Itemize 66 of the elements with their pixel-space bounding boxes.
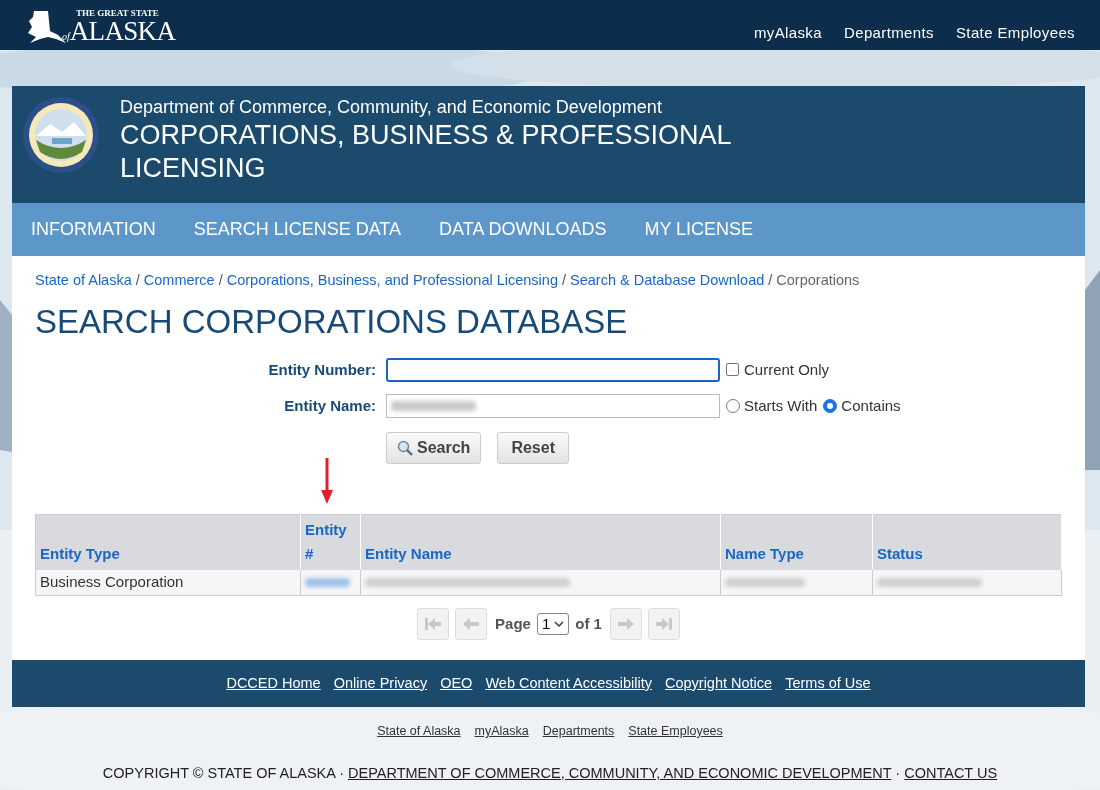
footer-link[interactable]: myAlaska bbox=[474, 722, 529, 741]
next-page-icon bbox=[616, 617, 635, 632]
reset-button[interactable]: Reset bbox=[497, 431, 569, 464]
column-header[interactable]: Entity Type bbox=[35, 514, 301, 570]
footer-link[interactable]: Copyright Notice bbox=[664, 672, 773, 695]
search-icon bbox=[397, 439, 413, 456]
column-header[interactable]: Name Type bbox=[720, 514, 873, 570]
radio-label: Starts With bbox=[744, 395, 818, 416]
first-page-icon bbox=[424, 617, 443, 632]
breadcrumb-separator: / bbox=[768, 271, 773, 290]
next-page-button[interactable] bbox=[609, 608, 642, 641]
checkbox[interactable] bbox=[726, 363, 739, 377]
previous-page-button[interactable] bbox=[455, 608, 488, 641]
top-nav-link[interactable]: myAlaska bbox=[753, 21, 822, 45]
footer-link[interactable]: CONTACT US bbox=[904, 764, 998, 781]
footer-link[interactable]: State of Alaska bbox=[377, 722, 461, 741]
footer-link[interactable]: State Employees bbox=[628, 722, 723, 741]
annotation-arrow bbox=[321, 458, 333, 504]
contact-link[interactable]: DEPARTMENT OF COMMERCE, COMMUNITY, AND ECONOMIC DEVELOPMENT bbox=[348, 764, 892, 781]
column-header[interactable]: Status bbox=[872, 514, 1062, 570]
radio-button[interactable] bbox=[726, 398, 740, 413]
column-header[interactable]: Entity # bbox=[300, 514, 361, 570]
entity-number-field[interactable] bbox=[386, 357, 720, 382]
checkbox-label: Current Only bbox=[744, 359, 830, 380]
footer-link[interactable]: OEO bbox=[440, 672, 473, 695]
logo-text: THE GREAT STATE bbox=[76, 9, 160, 18]
footer-link[interactable]: DCCED Home bbox=[226, 672, 321, 695]
footer-link[interactable]: Terms of Use bbox=[785, 672, 871, 695]
last-page-icon bbox=[654, 617, 673, 632]
page-label: Page bbox=[495, 614, 531, 634]
table-cell: Business Corporation bbox=[35, 569, 301, 596]
page-count: of 1 bbox=[575, 614, 602, 634]
column-header[interactable]: Entity Name bbox=[360, 514, 721, 570]
breadcrumb-link[interactable]: Commerce bbox=[143, 270, 215, 292]
breadcrumb-separator: / bbox=[135, 271, 140, 290]
page-title: SEARCH CORPORATIONS DATABASE bbox=[35, 304, 629, 338]
agency-title: CORPORATIONS, BUSINESS & PROFESSIONAL LICENSING bbox=[120, 119, 732, 185]
breadcrumb-link[interactable]: Corporations, Business, and Professional Licensing bbox=[226, 270, 558, 292]
footer-link[interactable]: Online Privacy bbox=[333, 672, 428, 695]
department-name: Department of Commerce, Community, and Economic Development bbox=[120, 96, 663, 118]
logo-text: of bbox=[62, 32, 70, 42]
breadcrumb-link[interactable]: Search & Database Download bbox=[570, 270, 765, 292]
entity-name-field[interactable] bbox=[386, 393, 720, 418]
footer-link[interactable]: Web Content Accessibility bbox=[485, 672, 652, 695]
radio-label: Contains bbox=[841, 395, 901, 416]
state-seal-icon bbox=[22, 96, 100, 174]
first-page-button[interactable] bbox=[417, 608, 450, 641]
top-nav-link[interactable]: Departments bbox=[843, 21, 934, 45]
blurred-value bbox=[305, 578, 350, 587]
breadcrumb-separator: / bbox=[218, 271, 223, 290]
breadcrumb-current: Corporations bbox=[776, 271, 860, 290]
footer-link[interactable]: Departments bbox=[542, 722, 615, 741]
previous-page-icon bbox=[462, 617, 481, 632]
field-label: Entity Number: bbox=[267, 359, 377, 380]
field-label: Entity Name: bbox=[283, 395, 377, 416]
breadcrumb-separator: / bbox=[562, 271, 566, 290]
page-select[interactable]: 1 bbox=[536, 613, 570, 636]
last-page-button[interactable] bbox=[647, 608, 680, 641]
copyright-notice: COPYRIGHT © STATE OF ALASKA · DEPARTMENT OF COMMERCE, COMMUNITY, AND ECONOMIC DEVELOPMENT · CONTACT US bbox=[101, 763, 999, 783]
search-button[interactable]: Search bbox=[386, 431, 482, 464]
breadcrumb-link[interactable]: State of Alaska bbox=[35, 270, 132, 292]
logo-text: ALASKA bbox=[69, 18, 176, 45]
site-logo[interactable]: THE GREAT STATE ofALASKA bbox=[26, 5, 176, 45]
top-nav-link[interactable]: State Employees bbox=[955, 21, 1075, 45]
radio-button[interactable] bbox=[823, 398, 838, 413]
caret-icon bbox=[554, 621, 565, 628]
